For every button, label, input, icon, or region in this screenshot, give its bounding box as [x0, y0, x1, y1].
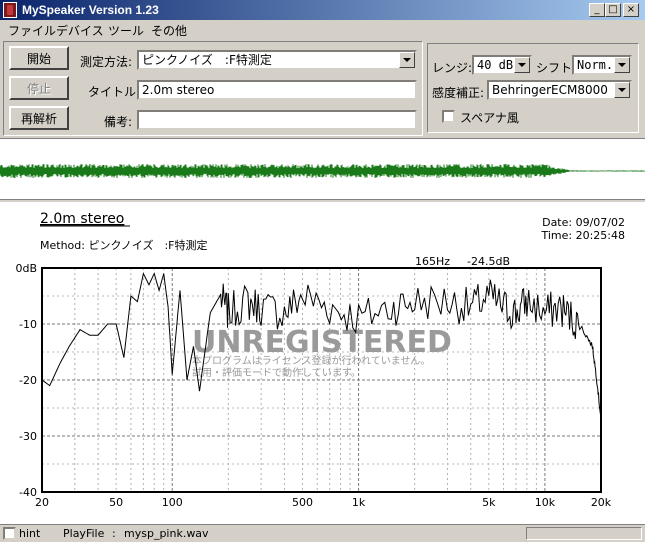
- calibration-value: BehringerECM8000: [492, 83, 608, 97]
- playfile-value: mysp_pink.wav: [124, 527, 209, 540]
- x-tick-label: 1k: [352, 496, 366, 509]
- frequency-response-chart: 2.0m stereo Method: ピンクノイズ :F特測定 Date: 0…: [15, 211, 625, 509]
- hint-checkbox[interactable]: [3, 527, 16, 540]
- cursor-frequency: 165Hz: [415, 255, 450, 268]
- unregistered-watermark: UNREGISTERED: [192, 325, 452, 360]
- x-tick-label: 50: [109, 496, 123, 509]
- waveform-panel: [0, 138, 645, 200]
- close-icon[interactable]: ×: [623, 3, 639, 17]
- graph-date: Date: 09/07/02: [542, 216, 625, 229]
- shift-label: シフト:: [536, 61, 577, 75]
- range-select[interactable]: 40 dB: [472, 55, 532, 75]
- start-button[interactable]: 開始: [9, 46, 69, 70]
- waveform-display: [0, 164, 645, 178]
- window-title: MySpeaker Version 1.23: [22, 3, 159, 17]
- watermark-line-1: 本プログラムはライセンス登録が行われていません。: [192, 354, 430, 367]
- method-label: 測定方法:: [80, 55, 133, 69]
- graph-panel: 2.0m stereo Method: ピンクノイズ :F特測定 Date: 0…: [0, 202, 645, 524]
- playfile-separator: :: [112, 527, 116, 540]
- menu-other[interactable]: その他: [151, 22, 187, 39]
- chart-ticks: 20 50 100 500 1k 5k 10k 20k 0dB -10 -20 -30 -40: [15, 262, 611, 509]
- specana-checkbox[interactable]: [442, 110, 455, 123]
- range-value: 40 dB: [477, 58, 514, 72]
- calibration-select[interactable]: BehringerECM8000: [487, 80, 632, 100]
- playfile-label: PlayFile: [63, 527, 105, 540]
- y-tick-label: 0dB: [15, 262, 37, 275]
- title-label: タイトル:: [88, 85, 141, 99]
- menu-device[interactable]: デバイス: [56, 22, 104, 39]
- y-tick-label: -20: [19, 374, 37, 387]
- y-tick-label: -30: [19, 430, 37, 443]
- range-label: レンジ:: [432, 61, 473, 75]
- cursor-level: -24.5dB: [467, 255, 510, 268]
- stop-button[interactable]: 停止: [9, 76, 69, 100]
- x-tick-label: 10k: [535, 496, 556, 509]
- graph-time: Time: 20:25:48: [540, 229, 625, 242]
- method-select[interactable]: ピンクノイズ :F特測定: [137, 50, 417, 70]
- waveform-trace: [0, 164, 645, 178]
- hint-label: hint: [19, 527, 41, 540]
- chevron-down-icon[interactable]: [399, 52, 415, 68]
- shift-value: Norm.: [577, 58, 614, 72]
- shift-select[interactable]: Norm.: [572, 55, 632, 75]
- y-tick-label: -10: [19, 318, 37, 331]
- watermark-line-2: 試用・評価モードで動作しています。: [192, 366, 361, 379]
- x-tick-label: 5k: [482, 496, 496, 509]
- x-tick-label: 100: [162, 496, 183, 509]
- minimize-icon[interactable]: _: [589, 3, 605, 17]
- menu-tools[interactable]: ツール: [108, 22, 144, 39]
- title-input-value: 2.0m stereo: [142, 83, 215, 97]
- status-panel: [526, 527, 642, 540]
- memo-input[interactable]: [137, 110, 417, 130]
- maximize-icon[interactable]: □: [605, 3, 621, 17]
- graph-method-line: Method: ピンクノイズ :F特測定: [40, 238, 208, 252]
- chevron-down-icon[interactable]: [614, 57, 630, 73]
- memo-label: 備考:: [104, 115, 133, 129]
- chart-grid: [42, 268, 601, 492]
- chevron-down-icon[interactable]: [514, 57, 530, 73]
- reanalyze-button[interactable]: 再解析: [9, 106, 69, 130]
- method-value: ピンクノイズ :F特測定: [142, 53, 272, 67]
- y-tick-label: -40: [19, 486, 37, 499]
- specana-label: スペアナ風: [460, 111, 519, 125]
- chevron-down-icon[interactable]: [614, 82, 630, 98]
- title-input[interactable]: 2.0m stereo: [137, 80, 417, 100]
- graph-title: 2.0m stereo: [40, 211, 124, 227]
- calibration-label: 感度補正:: [432, 86, 485, 100]
- x-tick-label: 500: [292, 496, 313, 509]
- x-tick-label: 20k: [591, 496, 612, 509]
- app-icon[interactable]: [3, 2, 17, 18]
- menu-file[interactable]: ファイル: [8, 22, 56, 39]
- x-tick-label: 20: [35, 496, 49, 509]
